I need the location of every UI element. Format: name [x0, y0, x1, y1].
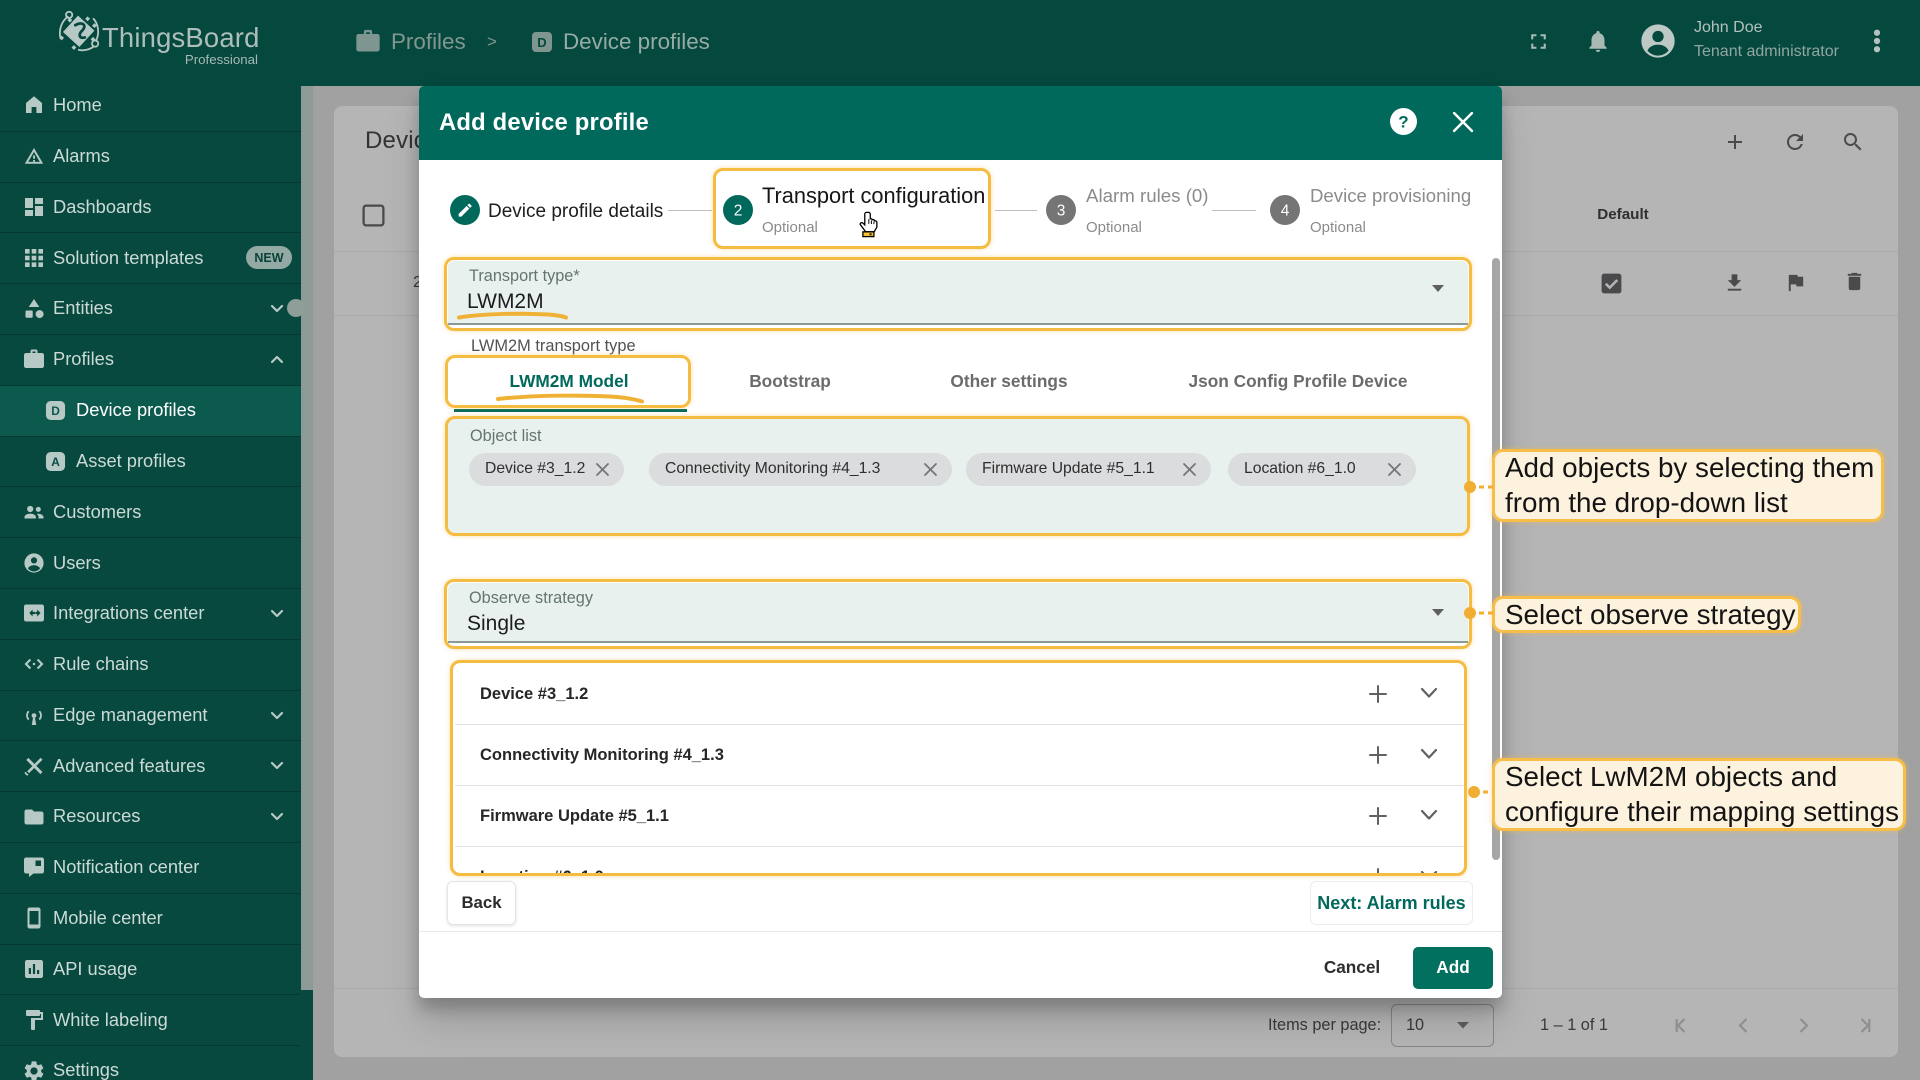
svg-text:4: 4: [1281, 203, 1290, 220]
svg-text:A: A: [51, 455, 60, 469]
svg-text:2: 2: [734, 203, 743, 220]
svg-text:3: 3: [1057, 203, 1066, 220]
svg-text:?: ?: [1398, 113, 1408, 132]
svg-text:D: D: [51, 404, 60, 418]
svg-text:D: D: [537, 35, 546, 50]
